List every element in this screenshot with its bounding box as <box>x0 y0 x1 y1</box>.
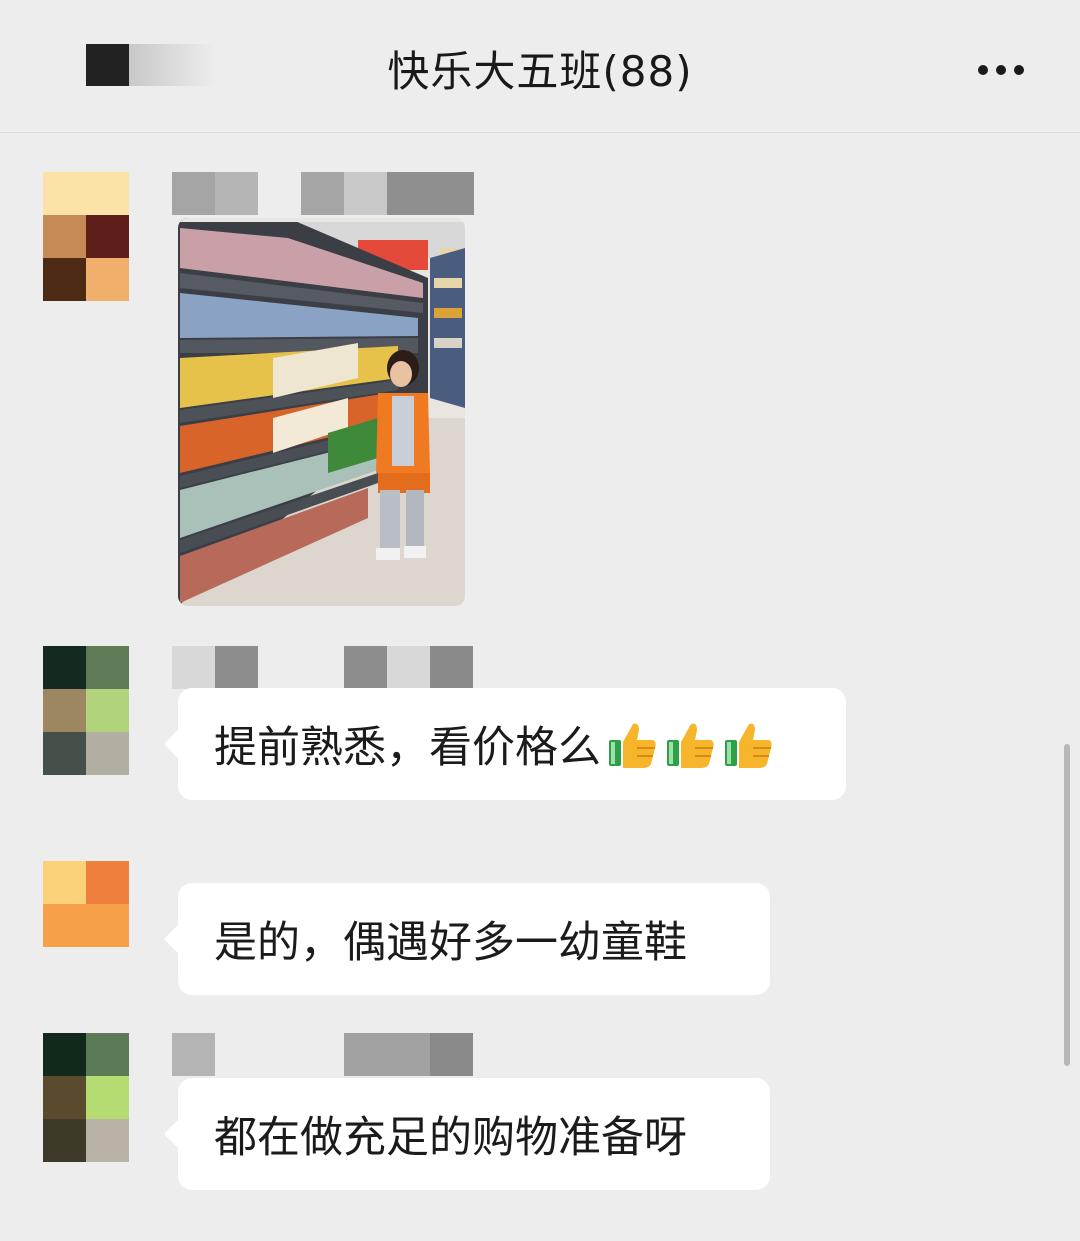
avatar[interactable] <box>43 172 129 301</box>
chat-title: 快乐大五班(88) <box>387 47 693 96</box>
message-bubble[interactable]: 是的，偶遇好多一幼童鞋 <box>178 883 770 995</box>
message-text: 是的，偶遇好多一幼童鞋 <box>214 918 687 968</box>
sender-name <box>172 172 474 215</box>
message-text: 提前熟悉，看价格么 <box>214 723 601 773</box>
message-bubble[interactable]: 都在做充足的购物准备呀 <box>178 1078 770 1190</box>
supermarket-photo: SNACKS <box>178 218 465 606</box>
message-image[interactable]: SNACKS <box>178 218 465 606</box>
thumbs-up-icon <box>667 723 714 768</box>
message-text: 都在做充足的购物准备呀 <box>214 1113 687 1163</box>
scrollbar[interactable] <box>1064 744 1070 1066</box>
chat-screen: 快乐大五班(88) SNACKS <box>0 0 1080 1241</box>
sender-name <box>172 646 474 689</box>
avatar[interactable] <box>43 646 129 775</box>
sender-name <box>172 1033 474 1076</box>
chat-header: 快乐大五班(88) <box>0 0 1080 133</box>
more-icon[interactable] <box>968 48 1034 92</box>
message-bubble[interactable]: 提前熟悉，看价格么 <box>178 688 846 800</box>
avatar[interactable] <box>43 861 129 947</box>
thumbs-up-icon <box>725 723 772 768</box>
thumbs-up-icon <box>609 723 656 768</box>
avatar[interactable] <box>43 1033 129 1162</box>
